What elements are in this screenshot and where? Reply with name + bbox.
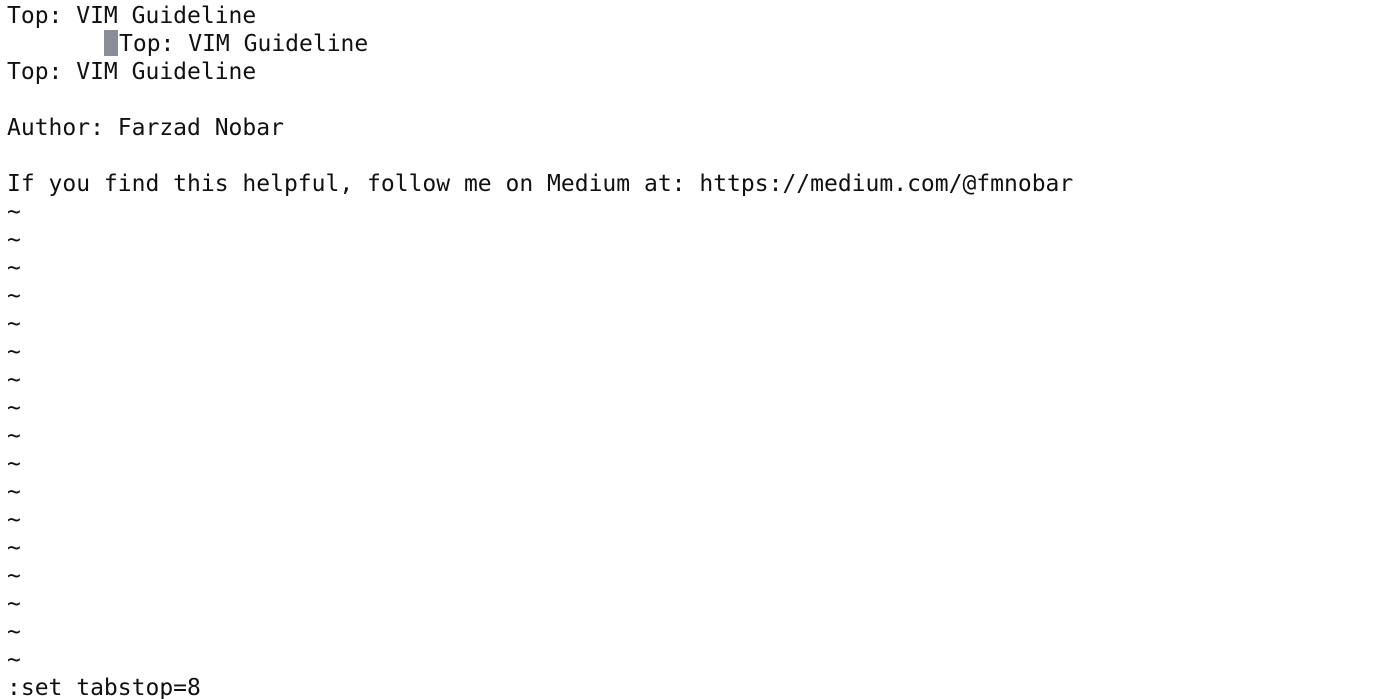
buffer-line-2-indented[interactable]: Top: VIM Guideline bbox=[119, 30, 368, 58]
empty-line-marker: ~ bbox=[7, 311, 21, 337]
empty-line-marker: ~ bbox=[7, 647, 21, 673]
vim-editor[interactable]: Top: VIM Guideline Top: VIM Guideline To… bbox=[0, 0, 1400, 699]
empty-line-marker: ~ bbox=[7, 367, 21, 393]
buffer-line-author[interactable]: Author: Farzad Nobar bbox=[7, 114, 284, 142]
empty-line-marker: ~ bbox=[7, 591, 21, 617]
buffer-line-1[interactable]: Top: VIM Guideline bbox=[7, 2, 256, 30]
empty-line-marker: ~ bbox=[7, 535, 21, 561]
text-cursor bbox=[104, 30, 118, 56]
empty-line-marker: ~ bbox=[7, 227, 21, 253]
empty-line-marker: ~ bbox=[7, 395, 21, 421]
empty-line-marker: ~ bbox=[7, 563, 21, 589]
empty-line-marker: ~ bbox=[7, 451, 21, 477]
empty-line-marker: ~ bbox=[7, 507, 21, 533]
empty-line-marker: ~ bbox=[7, 255, 21, 281]
buffer-line-3[interactable]: Top: VIM Guideline bbox=[7, 58, 256, 86]
buffer-line-follow[interactable]: If you find this helpful, follow me on M… bbox=[7, 170, 1073, 198]
empty-line-marker: ~ bbox=[7, 619, 21, 645]
empty-line-marker: ~ bbox=[7, 283, 21, 309]
command-line[interactable]: :set tabstop=8 bbox=[7, 674, 201, 699]
empty-line-marker: ~ bbox=[7, 423, 21, 449]
empty-line-marker: ~ bbox=[7, 339, 21, 365]
empty-line-marker: ~ bbox=[7, 199, 21, 225]
empty-line-marker: ~ bbox=[7, 479, 21, 505]
